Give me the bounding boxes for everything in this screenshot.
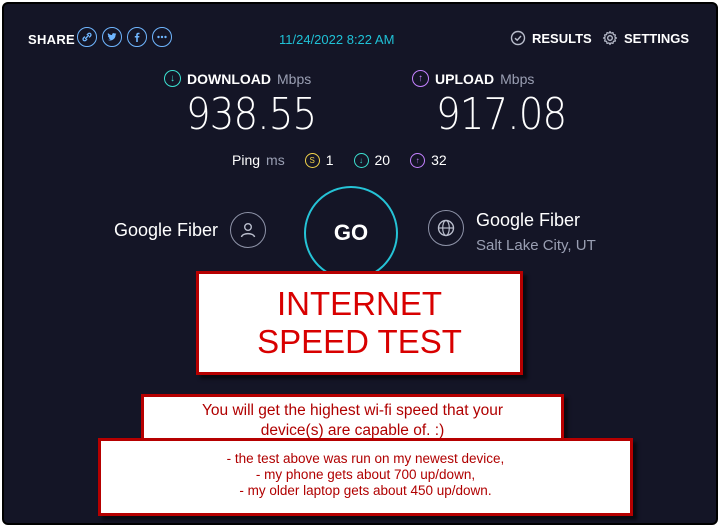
download-header: ↓ DOWNLOAD Mbps — [164, 70, 334, 87]
overlay-title-line2: SPEED TEST — [257, 323, 462, 360]
user-icon — [230, 212, 267, 248]
server-name: Google Fiber — [476, 210, 581, 230]
download-value: 938.55 — [186, 89, 317, 140]
download-result: ↓ DOWNLOAD Mbps 938.55 — [164, 70, 334, 140]
server-text: Google Fiber Salt Lake City, UT — [476, 210, 596, 254]
twitter-icon[interactable] — [102, 27, 122, 47]
overlay-detail-line3: - my older laptop gets about 450 up/down… — [239, 483, 492, 498]
overlay-title-line1: INTERNET — [277, 285, 442, 322]
overlay-detail-line1: - the test above was run on my newest de… — [226, 451, 505, 466]
globe-icon — [428, 210, 464, 246]
overlay-note-box: You will get the highest wi-fi speed tha… — [141, 394, 564, 444]
download-unit: Mbps — [277, 70, 312, 87]
download-ping-icon: ↓ — [353, 152, 369, 168]
share-icons — [77, 27, 172, 47]
overlay-detail-box: - the test above was run on my newest de… — [98, 438, 633, 516]
settings-label: SETTINGS — [624, 30, 690, 46]
share-label: SHARE — [28, 32, 76, 47]
upload-arrow-icon: ↑ — [412, 70, 429, 87]
check-circle-icon — [510, 30, 526, 46]
upload-result: ↑ UPLOAD Mbps 917.08 — [412, 70, 584, 140]
upload-label: UPLOAD — [435, 70, 495, 87]
more-icon[interactable] — [152, 27, 172, 47]
settings-button[interactable]: SETTINGS — [602, 30, 689, 46]
speedtest-window: SHARE 11/24/2022 8:22 AM RESULTS SETTING… — [2, 2, 718, 525]
facebook-icon[interactable] — [127, 27, 147, 47]
ping-row: Ping ms S 1 ↓ 20 ↑ 32 — [232, 152, 461, 168]
results-label: RESULTS — [532, 30, 592, 46]
server-location: Salt Lake City, UT — [476, 237, 596, 254]
ping-download-value: 20 — [374, 152, 391, 168]
test-datetime: 11/24/2022 8:22 AM — [279, 32, 395, 47]
overlay-detail-line2: - my phone gets about 700 up/down, — [255, 467, 476, 482]
overlay-title-box: INTERNET SPEED TEST — [196, 271, 523, 375]
upload-value: 917.08 — [436, 89, 567, 140]
ping-upload-value: 32 — [431, 152, 447, 168]
server-info[interactable]: Google Fiber Salt Lake City, UT — [428, 210, 596, 254]
provider-name: Google Fiber — [114, 219, 219, 240]
download-label: DOWNLOAD — [187, 70, 271, 87]
upload-header: ↑ UPLOAD Mbps — [412, 70, 584, 87]
gear-icon — [602, 30, 618, 46]
link-icon[interactable] — [77, 27, 97, 47]
ping-idle-value: 1 — [325, 152, 334, 168]
download-arrow-icon: ↓ — [164, 70, 181, 87]
idle-ping-icon: S — [304, 152, 320, 168]
ping-upload: ↑ 32 — [410, 152, 447, 168]
ping-unit: ms — [266, 152, 285, 168]
go-button[interactable]: GO — [304, 186, 398, 280]
ping-idle: S 1 — [304, 152, 334, 168]
header: SHARE 11/24/2022 8:22 AM RESULTS SETTING… — [4, 4, 716, 76]
upload-ping-icon: ↑ — [410, 152, 426, 168]
ping-download: ↓ 20 — [353, 152, 391, 168]
upload-unit: Mbps — [500, 70, 535, 87]
provider-info[interactable]: Google Fiber — [114, 212, 267, 248]
overlay-note-line1: You will get the highest wi-fi speed tha… — [202, 402, 503, 419]
ping-label: Ping — [232, 152, 261, 168]
results-button[interactable]: RESULTS — [510, 30, 592, 46]
